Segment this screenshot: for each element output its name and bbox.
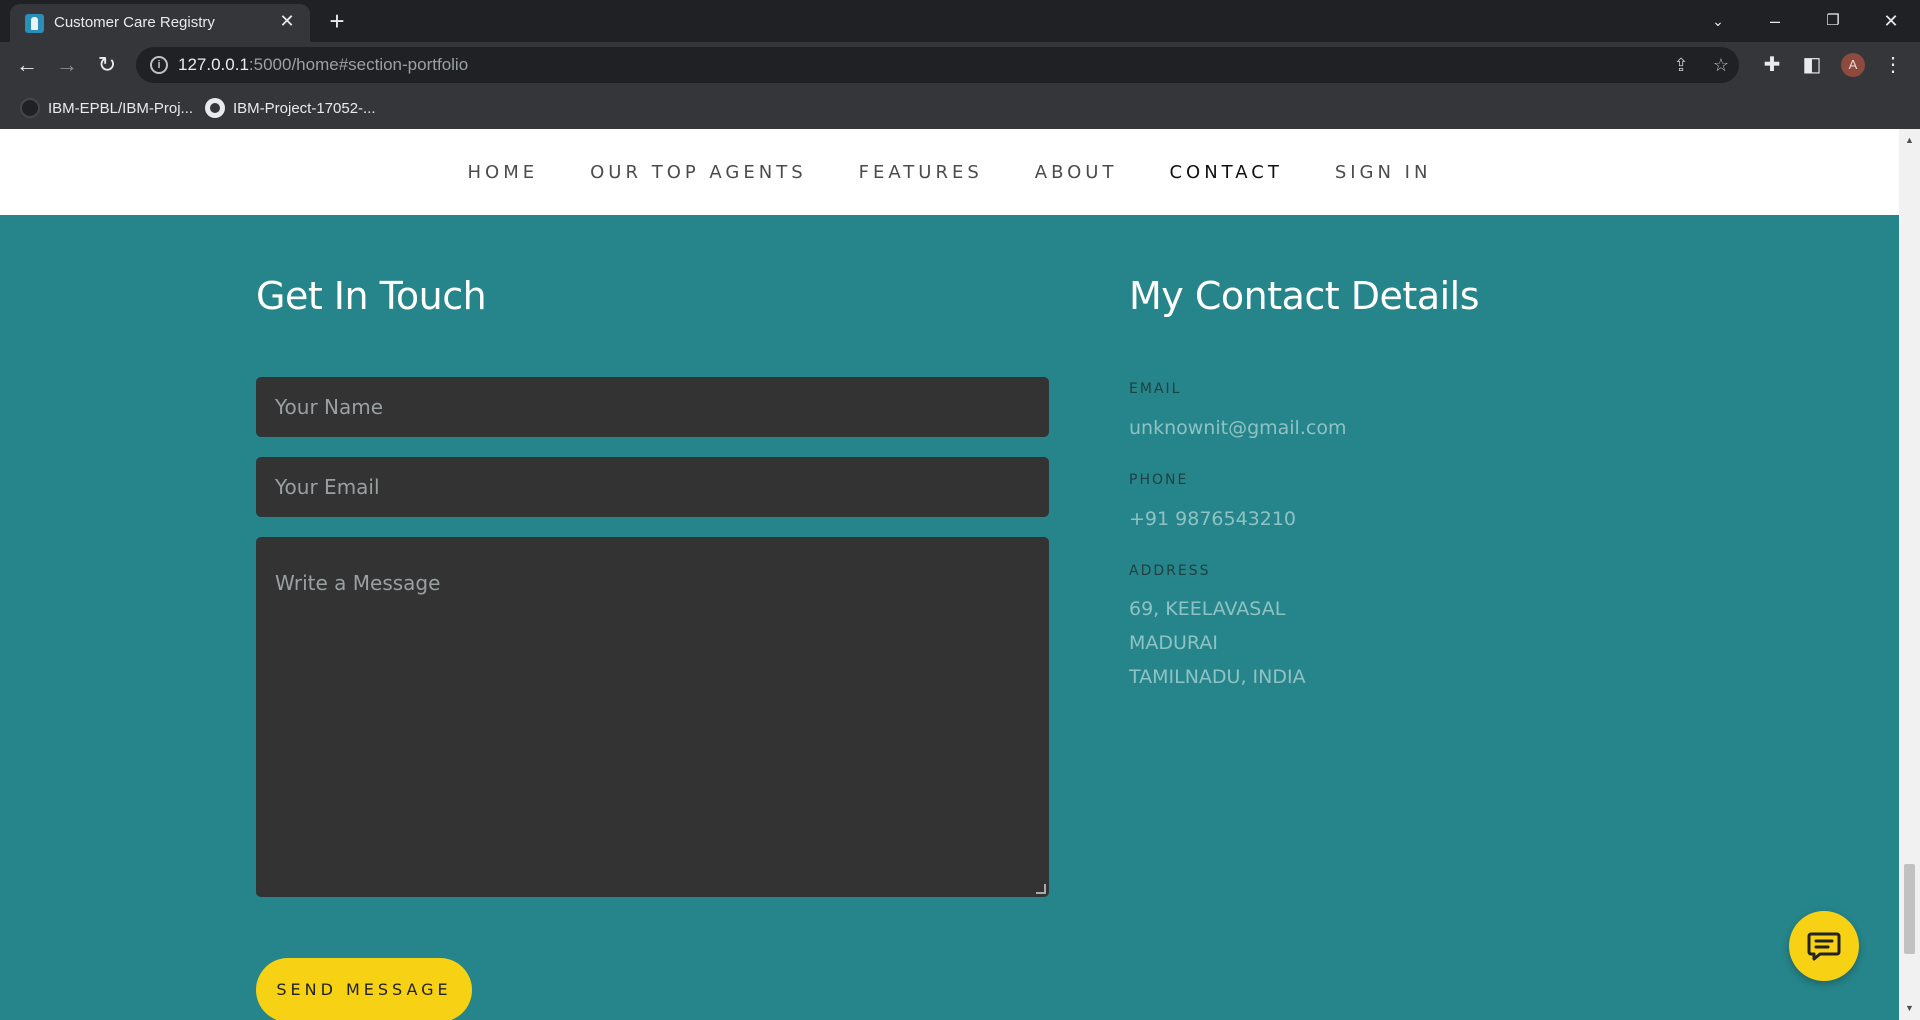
site-favicon-icon <box>25 14 44 33</box>
address-url[interactable]: 127.0.0.1:5000/home#section-portfolio <box>178 55 468 75</box>
nav-item-sign-in[interactable]: SIGN IN <box>1335 162 1432 183</box>
bookmark-label: IBM-EPBL/IBM-Proj... <box>48 99 194 117</box>
page-viewport: HOME OUR TOP AGENTS FEATURES ABOUT CONTA… <box>0 129 1899 1020</box>
address-line: 69, KEELAVASAL <box>1129 598 1286 620</box>
browser-toolbar: ← → ↻ i 127.0.0.1:5000/home#section-port… <box>0 42 1920 88</box>
bookmark-star-icon[interactable]: ☆ <box>1710 54 1732 76</box>
phone-label: PHONE <box>1129 472 1189 488</box>
bookmark-item[interactable]: IBM-EPBL/IBM-Proj... <box>20 97 193 119</box>
back-arrow-icon[interactable]: ← <box>10 48 44 82</box>
scroll-up-icon[interactable]: ▲ <box>1904 135 1915 146</box>
tab-title: Customer Care Registry <box>54 14 215 31</box>
tab-strip: Customer Care Registry ✕ + ⌄ – ❐ ✕ <box>0 0 1920 42</box>
bookmarks-bar: IBM-EPBL/IBM-Proj... IBM-Project-17052-.… <box>0 88 1920 129</box>
extensions-puzzle-icon[interactable]: ✚ <box>1758 51 1786 79</box>
address-line: MADURAI <box>1129 632 1218 654</box>
send-message-button[interactable]: SEND MESSAGE <box>256 958 472 1020</box>
scrollbar-thumb[interactable] <box>1904 864 1915 954</box>
browser-chrome: Customer Care Registry ✕ + ⌄ – ❐ ✕ ← → ↻… <box>0 0 1920 129</box>
message-placeholder: Write a Message <box>275 571 441 595</box>
github-icon <box>205 98 225 118</box>
profile-avatar[interactable]: A <box>1841 53 1865 77</box>
share-icon[interactable]: ⇪ <box>1670 54 1692 76</box>
nav-item-home[interactable]: HOME <box>468 162 539 183</box>
restore-icon[interactable]: ❐ <box>1818 6 1848 36</box>
scroll-down-icon[interactable]: ▼ <box>1904 1003 1915 1014</box>
site-navigation: HOME OUR TOP AGENTS FEATURES ABOUT CONTA… <box>0 129 1899 215</box>
nav-item-features[interactable]: FEATURES <box>859 162 983 183</box>
reload-icon[interactable]: ↻ <box>90 48 124 82</box>
nav-item-about[interactable]: ABOUT <box>1035 162 1118 183</box>
get-in-touch-heading: Get In Touch <box>256 274 487 318</box>
address-label: ADDRESS <box>1129 563 1211 579</box>
bookmark-favicon-icon <box>20 98 40 118</box>
tab-search-chevron-icon[interactable]: ⌄ <box>1703 6 1733 36</box>
side-panel-icon[interactable]: ◧ <box>1798 51 1826 79</box>
address-line: TAMILNADU, INDIA <box>1129 666 1306 688</box>
chat-bubble-icon <box>1807 932 1841 961</box>
email-value: unknownit@gmail.com <box>1129 417 1347 439</box>
bookmark-item[interactable]: IBM-Project-17052-... <box>205 97 376 119</box>
browser-menu-icon[interactable]: ⋮ <box>1879 51 1907 79</box>
forward-arrow-icon[interactable]: → <box>50 48 84 82</box>
contact-details-heading: My Contact Details <box>1129 274 1480 318</box>
bookmark-label: IBM-Project-17052-... <box>233 99 376 117</box>
chat-widget-button[interactable] <box>1789 911 1859 981</box>
phone-value: +91 9876543210 <box>1129 508 1297 530</box>
email-label: EMAIL <box>1129 381 1182 397</box>
browser-tab[interactable]: Customer Care Registry ✕ <box>10 4 310 42</box>
close-tab-icon[interactable]: ✕ <box>276 10 298 32</box>
nav-item-contact[interactable]: CONTACT <box>1169 162 1282 183</box>
address-bar[interactable]: i 127.0.0.1:5000/home#section-portfolio … <box>136 47 1739 83</box>
nav-item-top-agents[interactable]: OUR TOP AGENTS <box>590 162 807 183</box>
minimize-icon[interactable]: – <box>1760 6 1790 36</box>
message-textarea[interactable]: Write a Message <box>256 537 1049 897</box>
page-scrollbar[interactable]: ▲ ▼ <box>1899 129 1920 1020</box>
email-input[interactable]: Your Email <box>256 457 1049 517</box>
name-input[interactable]: Your Name <box>256 377 1049 437</box>
resize-handle-icon[interactable] <box>1036 884 1046 894</box>
new-tab-icon[interactable]: + <box>323 8 351 36</box>
close-window-icon[interactable]: ✕ <box>1876 6 1906 36</box>
site-info-icon[interactable]: i <box>150 56 168 74</box>
